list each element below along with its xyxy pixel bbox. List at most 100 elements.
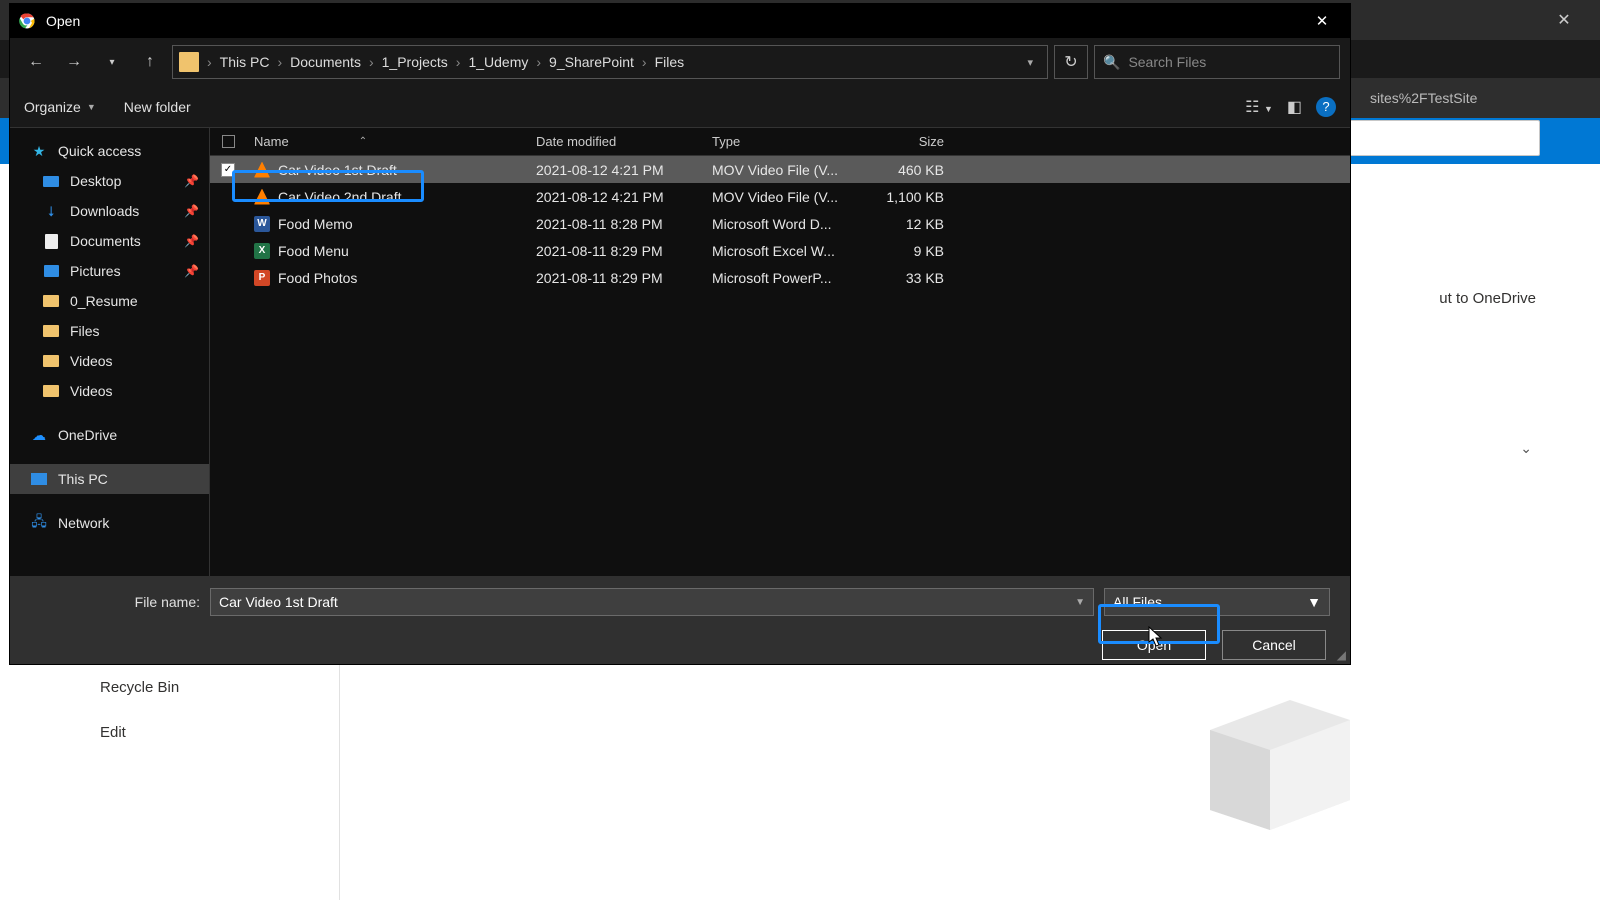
file-date: 2021-08-12 4:21 PM [536,189,712,205]
pictures-icon [42,262,60,280]
file-name: Car Video 2nd Draft [278,189,401,205]
sidebar-this-pc[interactable]: This PC [10,464,209,494]
open-button[interactable]: Open [1102,630,1206,660]
chevron-down-icon: ▼ [87,102,96,112]
column-header-type[interactable]: Type [712,134,860,149]
file-row[interactable]: XFood Menu 2021-08-11 8:29 PM Microsoft … [210,237,1350,264]
breadcrumb-segment[interactable]: Documents [290,54,361,70]
breadcrumb-segment[interactable]: Files [655,54,685,70]
column-header-name[interactable]: Name⌃ [246,134,536,149]
file-date: 2021-08-11 8:29 PM [536,243,712,259]
filename-input[interactable]: Car Video 1st Draft▼ [210,588,1094,616]
file-size: 1,100 KB [860,189,956,205]
header-checkbox[interactable] [210,135,246,148]
file-size: 33 KB [860,270,956,286]
file-type: Microsoft Word D... [712,216,860,232]
vlc-icon [254,189,270,205]
refresh-button[interactable]: ↻ [1054,45,1088,79]
column-header-date[interactable]: Date modified [536,134,712,149]
file-row[interactable]: W Food Memo 2021-08-11 8:28 PM Microsoft … [210,210,1350,237]
nav-recent-dropdown[interactable]: ▾ [96,46,128,78]
chrome-icon [18,12,36,30]
breadcrumb-dropdown-icon[interactable]: ▾ [1019,56,1041,69]
dialog-nav-bar: ← → ▾ ↑ › This PC› Documents› 1_Projects… [10,38,1350,86]
sidebar-quick-access[interactable]: ★Quick access [10,136,209,166]
view-options-button[interactable]: ☷ ▼ [1245,97,1273,117]
preview-pane-button[interactable]: ◧ [1287,97,1302,117]
sharepoint-search-box[interactable] [1330,120,1540,156]
sort-ascending-icon: ⌃ [359,136,367,147]
search-icon: 🔍 [1103,54,1120,71]
column-header-size[interactable]: Size [860,134,956,149]
file-name: Car Video 1st Draft [278,162,397,178]
sharepoint-right-text: ut to OneDrive [1439,290,1536,307]
file-row[interactable]: PFood Photos 2021-08-11 8:29 PM Microsof… [210,264,1350,291]
sidebar-item-folder[interactable]: Videos [10,376,209,406]
row-checkbox[interactable]: ✓ [210,163,246,177]
sidebar-item-downloads[interactable]: ⭣Downloads📌 [10,196,209,226]
breadcrumb-segment[interactable]: This PC [220,54,270,70]
desktop-icon [42,172,60,190]
file-type: MOV Video File (V... [712,189,860,205]
chevron-right-icon: › [638,54,651,70]
file-name: Food Menu [278,243,349,259]
dialog-close-button[interactable]: ✕ [1300,6,1344,36]
file-size: 9 KB [860,243,956,259]
sharepoint-side-item[interactable]: Edit [60,710,339,755]
word-icon: W [254,216,270,232]
cancel-button[interactable]: Cancel [1222,630,1326,660]
empty-folder-illustration [1180,680,1380,840]
breadcrumb-segment[interactable]: 1_Udemy [468,54,528,70]
folder-icon [179,52,199,72]
breadcrumb-segment[interactable]: 9_SharePoint [549,54,634,70]
documents-icon [42,232,60,250]
file-row[interactable]: Car Video 2nd Draft 2021-08-12 4:21 PM M… [210,183,1350,210]
chevron-right-icon: › [452,54,465,70]
file-type-filter[interactable]: All Files▼ [1104,588,1330,616]
search-input[interactable]: 🔍 Search Files [1094,45,1340,79]
sidebar-item-folder[interactable]: 0_Resume [10,286,209,316]
help-button[interactable]: ? [1316,97,1336,117]
dialog-main: ★Quick access Desktop📌 ⭣Downloads📌 Docum… [10,128,1350,576]
breadcrumb-segment[interactable]: 1_Projects [382,54,448,70]
file-list-header: Name⌃ Date modified Type Size [210,128,1350,156]
new-folder-button[interactable]: New folder [124,99,191,115]
sharepoint-side-item[interactable]: Recycle Bin [60,665,339,710]
pin-icon: 📌 [184,264,199,278]
chevron-down-icon[interactable]: ▼ [1307,594,1321,610]
network-icon: 🖧 [30,514,48,532]
sidebar-item-folder[interactable]: Files [10,316,209,346]
file-row[interactable]: ✓ Car Video 1st Draft 2021-08-12 4:21 PM… [210,156,1350,183]
sidebar-item-desktop[interactable]: Desktop📌 [10,166,209,196]
file-open-dialog: Open ✕ ← → ▾ ↑ › This PC› Documents› 1_P… [10,4,1350,664]
folder-icon [42,352,60,370]
pin-icon: 📌 [184,174,199,188]
breadcrumb-bar[interactable]: › This PC› Documents› 1_Projects› 1_Udem… [172,45,1048,79]
dialog-titlebar: Open ✕ [10,4,1350,38]
sidebar-network[interactable]: 🖧Network [10,508,209,538]
ppt-icon: P [254,270,270,286]
file-date: 2021-08-11 8:28 PM [536,216,712,232]
organize-menu[interactable]: Organize▼ [24,99,96,115]
file-name: Food Memo [278,216,353,232]
resize-grip[interactable]: ◢ [1337,648,1346,662]
dialog-toolbar: Organize▼ New folder ☷ ▼ ◧ ? [10,86,1350,128]
browser-close-icon[interactable]: ✕ [1542,5,1586,35]
sidebar-item-documents[interactable]: Documents📌 [10,226,209,256]
chevron-down-icon[interactable]: ▼ [1075,597,1085,608]
pin-icon: 📌 [184,234,199,248]
folder-icon [42,382,60,400]
nav-forward-button[interactable]: → [58,46,90,78]
sidebar-onedrive[interactable]: ☁OneDrive [10,420,209,450]
search-placeholder: Search Files [1128,54,1206,70]
navigation-pane: ★Quick access Desktop📌 ⭣Downloads📌 Docum… [10,128,210,576]
file-size: 12 KB [860,216,956,232]
star-icon: ★ [30,142,48,160]
chevron-right-icon: › [203,54,216,70]
file-date: 2021-08-12 4:21 PM [536,162,712,178]
nav-back-button[interactable]: ← [20,46,52,78]
sidebar-item-pictures[interactable]: Pictures📌 [10,256,209,286]
sidebar-item-folder[interactable]: Videos [10,346,209,376]
chevron-down-icon[interactable]: ⌄ [1520,440,1532,457]
nav-up-button[interactable]: ↑ [134,46,166,78]
